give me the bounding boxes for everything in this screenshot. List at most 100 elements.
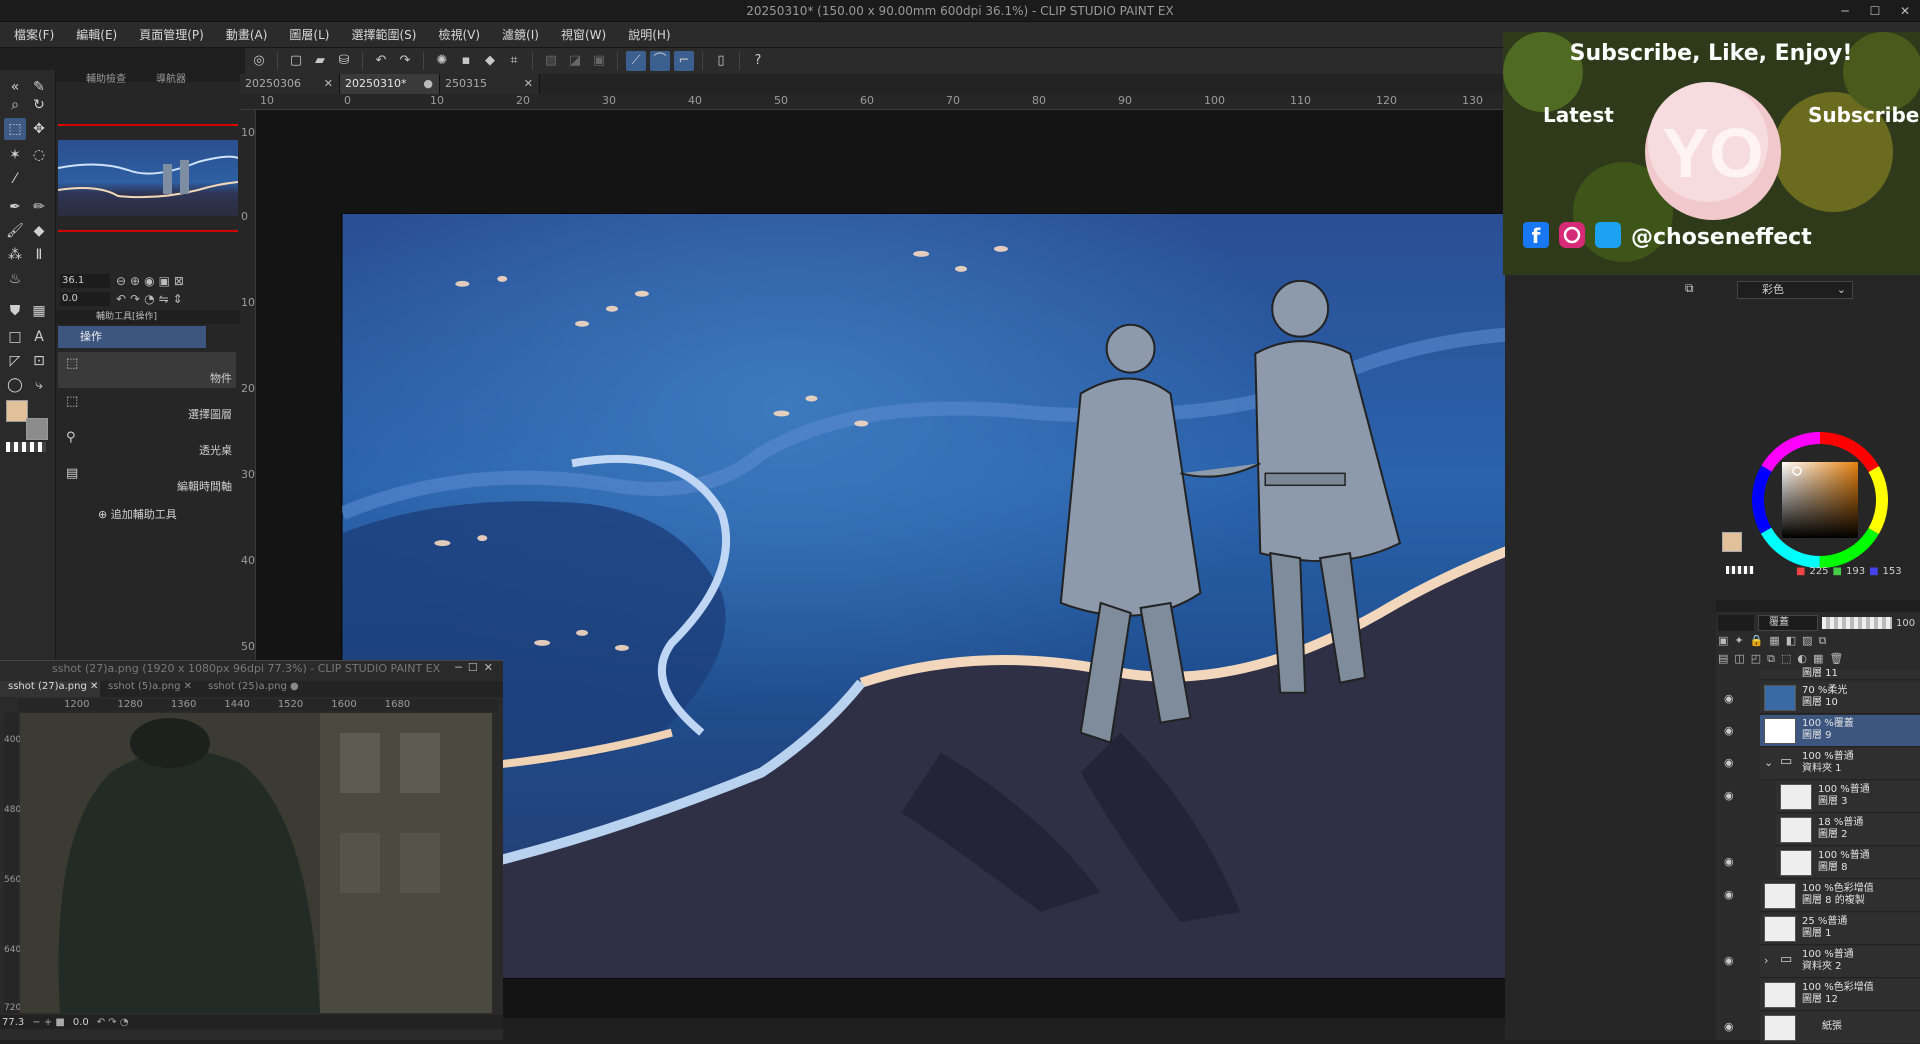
rotation-controls[interactable]: ↶↷◔⇋⇕ (116, 292, 187, 306)
sub-tool-select-layer[interactable]: ⬚ 選擇圖層 (58, 390, 236, 424)
rotation-field[interactable]: 0.0 (73, 1017, 89, 1028)
close-icon[interactable]: ✕ (184, 681, 192, 692)
navigator-thumbnail[interactable] (58, 140, 238, 216)
text-icon[interactable]: A (28, 326, 50, 348)
close-icon[interactable]: ✕ (1890, 0, 1920, 22)
ref-tab-25[interactable]: sshot (25)a.png ● (200, 681, 300, 697)
sub-color-swatch[interactable] (26, 418, 48, 440)
clip-studio-icon[interactable]: ◎ (249, 51, 269, 71)
maximize-icon[interactable]: ☐ (1860, 0, 1890, 22)
layer-row[interactable]: 100 %色彩增值 圖層 12 (1760, 979, 1920, 1011)
rotate-icon[interactable]: ↻ (28, 94, 50, 116)
rotation-controls[interactable]: ↶ ↷ ◔ (97, 1017, 129, 1028)
reference-window-controls[interactable]: ─☐✕ (455, 661, 499, 674)
tab-navigator[interactable]: 導航器 (156, 70, 186, 85)
chevron-down-icon[interactable]: ⌄ (1764, 756, 1773, 769)
zoom-field[interactable]: 77.3 (2, 1017, 24, 1028)
new-file-icon[interactable]: ▢ (286, 51, 306, 71)
blend-mode-select[interactable]: 覆蓋 (1758, 615, 1818, 631)
save-icon[interactable]: ⛁ (334, 51, 354, 71)
snap-grid-icon[interactable]: ⌐ (674, 51, 694, 71)
sub-tool-object[interactable]: ⬚ 物件 (58, 352, 236, 388)
layer-row-selected[interactable]: 100 %覆蓋 圖層 9 (1760, 715, 1920, 747)
tab-250315[interactable]: 250315 ✕ (440, 74, 540, 94)
eye-icon[interactable]: ◉ (1724, 756, 1742, 770)
blend-icon[interactable]: Ⅱ (28, 244, 50, 266)
undo-icon[interactable]: ↶ (371, 51, 391, 71)
main-color-swatch[interactable] (1722, 532, 1742, 552)
help-icon[interactable]: ? (748, 51, 768, 71)
layer-lock-bar[interactable]: ▣✦🔒▦◧▨⧉ (1718, 634, 1918, 648)
zoom-controls[interactable]: ⊖⊕◉▣⊠ (116, 274, 188, 288)
zoom-icon[interactable]: ⌕ (4, 94, 26, 116)
clear-icon[interactable]: ▪ (456, 51, 476, 71)
pen-icon[interactable]: ✒ (4, 196, 26, 218)
layer-row[interactable]: 紙張 (1760, 1012, 1920, 1044)
snap-ruler-icon[interactable]: ⟋ (626, 51, 646, 71)
ref-tab-27[interactable]: sshot (27)a.png ✕ (0, 681, 100, 697)
notebook-icon[interactable]: ▯ (711, 51, 731, 71)
layer-row[interactable]: 100 %普通 圖層 3 (1776, 781, 1920, 813)
menu-filter[interactable]: 濾鏡(I) (502, 26, 539, 43)
eye-icon[interactable]: ◉ (1724, 724, 1742, 738)
layer-search-box[interactable] (1718, 615, 1754, 631)
menu-edit[interactable]: 編輯(E) (76, 26, 117, 43)
opacity-slider[interactable] (1822, 617, 1892, 629)
close-icon[interactable]: ✕ (524, 74, 533, 94)
menu-animation[interactable]: 動畫(A) (226, 26, 268, 43)
zoom-controls[interactable]: − + ■ (32, 1017, 65, 1028)
rotation-field[interactable]: 0.0 (60, 292, 110, 306)
sub-tool-light-table[interactable]: ⚲ 透光桌 (58, 426, 236, 460)
layer-row[interactable]: 25 %普通 圖層 1 (1760, 913, 1920, 945)
transform-icon[interactable]: ⌗ (504, 51, 524, 71)
layer-row[interactable]: 18 %普通 圖層 2 (1776, 814, 1920, 846)
pencil-icon[interactable]: ✏ (28, 196, 50, 218)
balloon-icon[interactable]: ◯ (4, 374, 26, 396)
sub-tool-group[interactable]: 操作 (58, 326, 206, 348)
eye-icon[interactable]: ◉ (1724, 888, 1742, 902)
reference-image[interactable] (20, 713, 492, 1013)
canvas-artwork[interactable] (341, 213, 1621, 979)
gradient-icon[interactable]: ▦ (28, 300, 50, 322)
eye-icon[interactable]: ◉ (1724, 692, 1742, 706)
tab-20250306[interactable]: 20250306 ✕ (240, 74, 340, 94)
decoration-icon[interactable]: ⁂ (4, 244, 26, 266)
eyedropper-icon[interactable]: ⁄ (4, 168, 26, 190)
folder-row[interactable]: › ▭ 100 %普通 資料夾 2 (1760, 946, 1920, 978)
menu-file[interactable]: 檔案(F) (14, 26, 54, 43)
eye-icon[interactable] (1724, 987, 1742, 1001)
figure-icon[interactable]: □ (4, 326, 26, 348)
layer-row[interactable]: 圖層 11 (1760, 668, 1920, 680)
fill-bucket-icon[interactable]: ⛊ (4, 300, 26, 322)
zoom-field[interactable]: 36.1 (60, 274, 110, 288)
modified-dot-icon[interactable]: ● (290, 681, 299, 692)
frame-border-icon[interactable]: ◸ (4, 350, 26, 372)
eraser-icon[interactable]: ◆ (28, 220, 50, 242)
close-icon[interactable]: ✕ (90, 681, 98, 692)
layer-actions-bar[interactable]: ▤◫◰⧉⬚◐▦🗑 (1718, 652, 1918, 666)
tab-20250310[interactable]: 20250310* ● (340, 74, 440, 94)
menu-layer[interactable]: 圖層(L) (289, 26, 329, 43)
color-mode-select[interactable]: 彩色 ⌄ (1737, 281, 1853, 299)
layer-row[interactable]: 100 %普通 圖層 8 (1776, 847, 1920, 879)
magic-wand-icon[interactable]: ✶ (4, 144, 26, 166)
operation-tool-icon[interactable]: ⬚ (4, 118, 26, 140)
brush-icon[interactable]: 🖌 (4, 220, 26, 242)
tab-check[interactable]: 輔助檢查 (86, 70, 126, 85)
menu-window[interactable]: 視窗(W) (561, 26, 606, 43)
color-wheel[interactable] (1745, 425, 1895, 575)
move-layer-icon[interactable]: ✥ (28, 118, 50, 140)
add-sub-tool-button[interactable]: ⊕ 追加輔助工具 (98, 506, 177, 522)
modified-dot-icon[interactable]: ● (423, 74, 433, 94)
fill-icon[interactable]: ◆ (480, 51, 500, 71)
invert-selection-icon[interactable]: ◪ (565, 51, 585, 71)
eye-icon[interactable]: ◉ (1724, 1020, 1742, 1034)
lasso-icon[interactable]: ◌ (28, 144, 50, 166)
eye-icon[interactable] (1724, 921, 1742, 935)
eye-icon[interactable]: ◉ (1724, 789, 1742, 803)
layer-row[interactable]: 70 %柔光 圖層 10 (1760, 682, 1920, 714)
menu-help[interactable]: 說明(H) (628, 26, 670, 43)
snap-special-ruler-icon[interactable]: ⌒ (650, 51, 670, 71)
redo-icon[interactable]: ↷ (395, 51, 415, 71)
chevron-right-icon[interactable]: › (1764, 954, 1768, 967)
